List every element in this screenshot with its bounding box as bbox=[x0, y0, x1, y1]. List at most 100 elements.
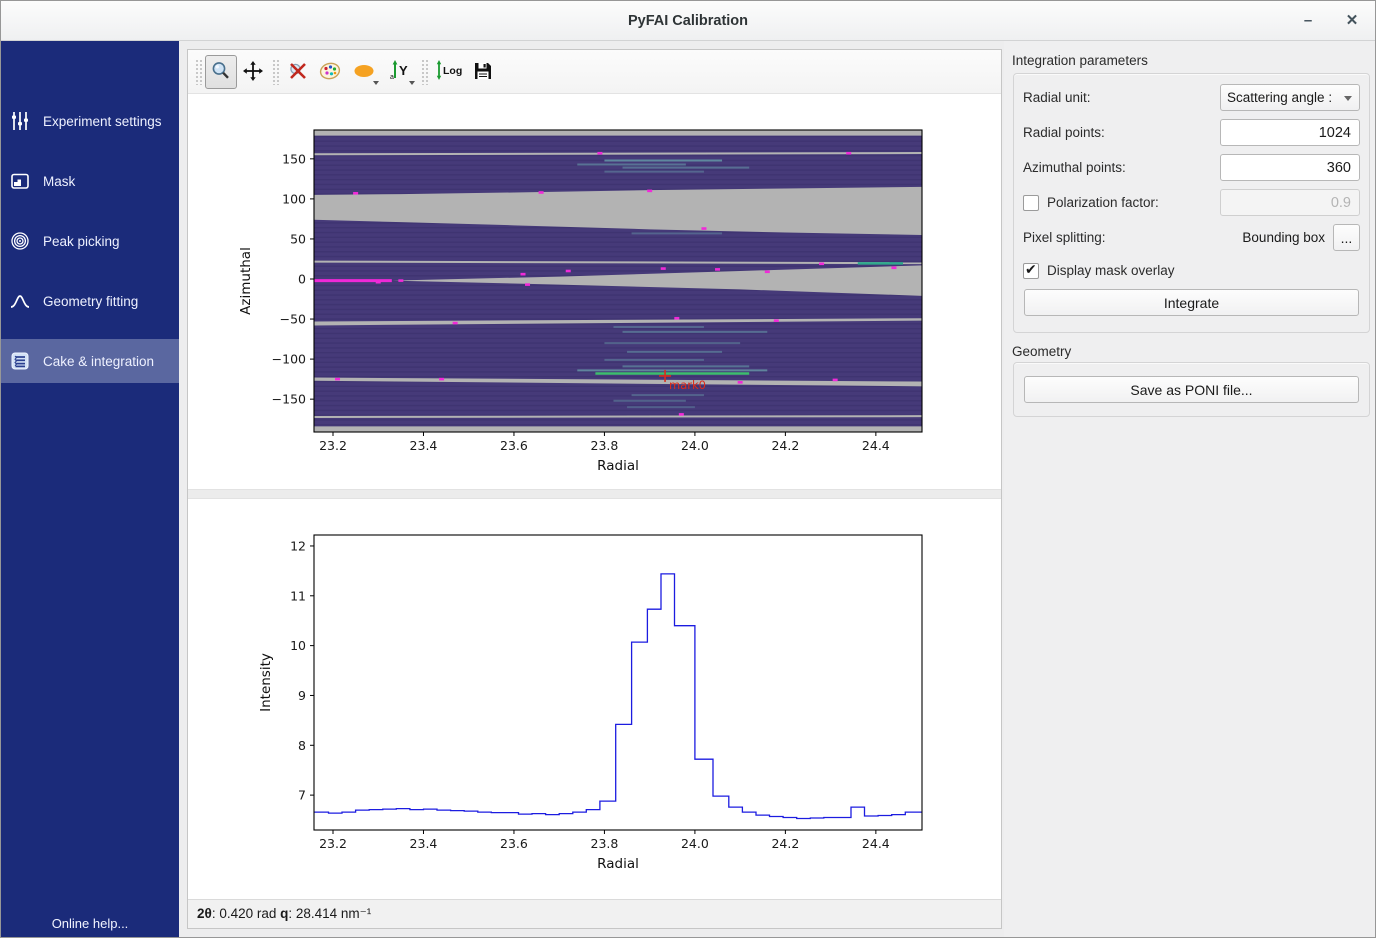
svg-text:a: a bbox=[390, 74, 394, 81]
svg-text:23.6: 23.6 bbox=[500, 438, 528, 453]
zoom-tool-button[interactable] bbox=[205, 55, 237, 89]
sidebar-item-label: Cake & integration bbox=[43, 354, 154, 369]
radial-points-input[interactable] bbox=[1220, 119, 1360, 146]
svg-text:24.2: 24.2 bbox=[771, 438, 799, 453]
svg-text:12: 12 bbox=[290, 538, 306, 553]
title-bar: PyFAI Calibration – ✕ bbox=[1, 1, 1375, 41]
sidebar-item-cake-integration[interactable]: Cake & integration bbox=[1, 339, 179, 383]
save-button[interactable] bbox=[467, 55, 499, 89]
log-scale-button[interactable]: Log bbox=[431, 55, 467, 89]
plot-panel: Y a Log bbox=[187, 49, 1002, 929]
magnifier-icon bbox=[211, 61, 231, 81]
svg-text:9: 9 bbox=[298, 688, 306, 703]
svg-text:−50: −50 bbox=[280, 312, 306, 327]
svg-text:23.4: 23.4 bbox=[410, 438, 438, 453]
svg-text:mark0: mark0 bbox=[669, 378, 706, 392]
svg-text:Radial: Radial bbox=[597, 856, 639, 872]
cake-list-icon bbox=[10, 351, 30, 371]
svg-text:23.8: 23.8 bbox=[591, 438, 619, 453]
radial-unit-select[interactable]: Scattering angle : bbox=[1220, 84, 1360, 111]
save-poni-button[interactable]: Save as PONI file... bbox=[1024, 376, 1359, 403]
radial-unit-label: Radial unit: bbox=[1023, 90, 1091, 105]
status-2theta-label: 2θ bbox=[197, 906, 212, 921]
svg-text:Radial: Radial bbox=[597, 458, 639, 474]
app-window: PyFAI Calibration – ✕ Experiment setting… bbox=[0, 0, 1376, 938]
integration-1d-plot[interactable]: 23.223.423.623.824.024.224.4789101112Rad… bbox=[188, 499, 1001, 899]
minimize-button[interactable]: – bbox=[1295, 8, 1321, 34]
svg-text:100: 100 bbox=[282, 191, 306, 206]
online-help-link[interactable]: Online help... bbox=[1, 916, 179, 931]
display-mask-overlay-label: Display mask overlay bbox=[1047, 263, 1175, 278]
svg-text:24.0: 24.0 bbox=[681, 438, 709, 453]
svg-text:23.8: 23.8 bbox=[591, 836, 619, 851]
polarization-checkbox[interactable] bbox=[1023, 195, 1039, 211]
sidebar-item-label: Geometry fitting bbox=[43, 294, 138, 309]
y-axis-icon: Y a bbox=[388, 59, 412, 81]
floppy-icon bbox=[473, 61, 493, 81]
sidebar-item-peak-picking[interactable]: Peak picking bbox=[1, 219, 179, 263]
unzoom-button[interactable] bbox=[282, 55, 314, 89]
svg-text:7: 7 bbox=[298, 788, 306, 803]
mask-image-icon bbox=[10, 171, 30, 191]
mask-shape-button[interactable] bbox=[346, 55, 382, 89]
toolbar-grip[interactable] bbox=[195, 59, 202, 85]
pixel-splitting-more-button[interactable]: ... bbox=[1333, 224, 1360, 251]
svg-text:24.2: 24.2 bbox=[771, 836, 799, 851]
close-button[interactable]: ✕ bbox=[1339, 8, 1365, 34]
window-title: PyFAI Calibration bbox=[1, 1, 1375, 41]
svg-text:0: 0 bbox=[298, 271, 306, 286]
sliders-icon bbox=[10, 111, 30, 131]
sidebar-item-label: Peak picking bbox=[43, 234, 120, 249]
toolbar-grip[interactable] bbox=[272, 59, 279, 85]
svg-text:Y: Y bbox=[399, 63, 408, 78]
svg-text:23.2: 23.2 bbox=[319, 836, 347, 851]
toolbar-grip[interactable] bbox=[421, 59, 428, 85]
svg-text:Intensity: Intensity bbox=[258, 653, 274, 712]
azimuthal-points-label: Azimuthal points: bbox=[1023, 160, 1126, 175]
plot-toolbar: Y a Log bbox=[188, 50, 1001, 94]
sidebar-item-label: Experiment settings bbox=[43, 114, 162, 129]
svg-text:8: 8 bbox=[298, 738, 306, 753]
svg-text:24.4: 24.4 bbox=[862, 438, 890, 453]
log-icon: Log bbox=[434, 59, 464, 81]
radial-points-label: Radial points: bbox=[1023, 125, 1105, 140]
azimuthal-points-input[interactable] bbox=[1220, 154, 1360, 181]
pixel-splitting-label: Pixel splitting: bbox=[1023, 230, 1106, 245]
sidebar-item-geometry-fitting[interactable]: Geometry fitting bbox=[1, 279, 179, 323]
svg-text:Azimuthal: Azimuthal bbox=[238, 247, 254, 315]
peak-curve-icon bbox=[10, 291, 30, 311]
sidebar-item-mask[interactable]: Mask bbox=[1, 159, 179, 203]
integration-parameters-group: Radial unit: Scattering angle : Radial p… bbox=[1013, 73, 1370, 333]
svg-text:10: 10 bbox=[290, 638, 306, 653]
svg-text:150: 150 bbox=[282, 151, 306, 166]
move-arrows-icon bbox=[243, 61, 263, 81]
sidebar: Experiment settings Mask Peak picking bbox=[1, 41, 179, 937]
colormap-button[interactable] bbox=[314, 55, 346, 89]
sidebar-item-label: Mask bbox=[43, 174, 75, 189]
status-2theta-value: : 0.420 rad bbox=[212, 906, 280, 921]
ellipse-icon bbox=[353, 63, 375, 81]
svg-text:23.2: 23.2 bbox=[319, 438, 347, 453]
chevron-down-icon bbox=[1344, 96, 1352, 101]
integrate-button[interactable]: Integrate bbox=[1024, 289, 1359, 316]
pixel-splitting-value: Bounding box bbox=[1242, 230, 1325, 245]
dropdown-caret-icon bbox=[373, 81, 379, 85]
cake-2d-plot[interactable]: mark0 23.2 23.4 23.6 23.8 24.0 24.2 24.4 150 100 5… bbox=[188, 94, 1001, 489]
integration-parameters-title: Integration parameters bbox=[1012, 53, 1148, 68]
polarization-input bbox=[1220, 189, 1360, 216]
svg-text:−100: −100 bbox=[272, 352, 306, 367]
display-mask-overlay-checkbox[interactable] bbox=[1023, 263, 1039, 279]
svg-text:11: 11 bbox=[290, 588, 306, 603]
y-axis-orientation-button[interactable]: Y a bbox=[382, 55, 418, 89]
target-rings-icon bbox=[10, 231, 30, 251]
svg-text:Log: Log bbox=[443, 65, 462, 77]
status-bar: 2θ: 0.420 rad q: 28.414 nm⁻¹ bbox=[188, 899, 1001, 928]
palette-icon bbox=[319, 61, 341, 81]
svg-text:−150: −150 bbox=[272, 392, 306, 407]
svg-text:23.6: 23.6 bbox=[500, 836, 528, 851]
svg-text:50: 50 bbox=[290, 231, 306, 246]
sidebar-item-experiment-settings[interactable]: Experiment settings bbox=[1, 99, 179, 143]
svg-text:24.0: 24.0 bbox=[681, 836, 709, 851]
plot-splitter[interactable] bbox=[188, 489, 1001, 499]
pan-tool-button[interactable] bbox=[237, 55, 269, 89]
